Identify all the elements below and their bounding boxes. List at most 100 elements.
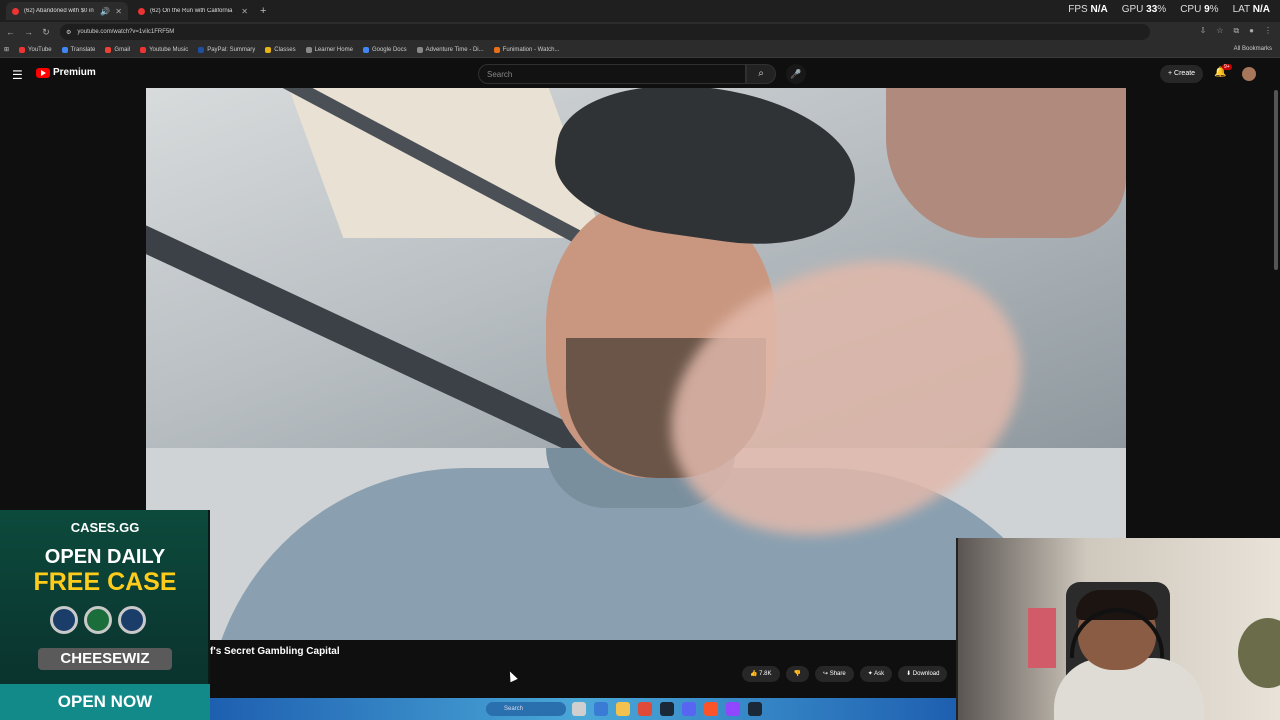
webcam-shelf-shape <box>1028 608 1056 668</box>
bookmark-gmail[interactable]: Gmail <box>105 46 130 53</box>
bookmark-youtube-music[interactable]: Youtube Music <box>140 46 188 53</box>
bookmark-favicon-icon <box>265 46 272 53</box>
file-explorer-icon[interactable] <box>616 702 630 716</box>
notification-count-badge: 9+ <box>1222 64 1232 70</box>
youtube-header: ☰ Premium Search ⌕ 🎤 + Create 🔔 9+ <box>0 59 1280 89</box>
create-button[interactable]: + Create <box>1160 65 1204 83</box>
extensions-icon[interactable]: ⧉ <box>1233 26 1239 36</box>
microphone-icon: 🎤 <box>790 69 802 79</box>
like-button[interactable]: 👍 7.8K <box>742 666 780 682</box>
lat-readout: LAT N/A <box>1232 4 1270 15</box>
video-info: f's Secret Gambling Capital 👍 7.8K 👎 ↪ S… <box>210 640 956 698</box>
cpu-readout: CPU 9% <box>1180 4 1219 15</box>
bookmark-learner-home[interactable]: Learner Home <box>305 46 353 53</box>
url-text: youtube.com/watch?v=1vilc1FRF5M <box>77 29 175 35</box>
gpu-readout: GPU 33% <box>1121 4 1167 15</box>
back-icon[interactable]: ← <box>6 27 15 37</box>
bookmark-favicon-icon <box>19 46 26 53</box>
profile-icon[interactable]: ● <box>1249 26 1254 36</box>
bookmark-favicon-icon <box>61 46 68 53</box>
bookmark-favicon-icon <box>140 46 147 53</box>
ad-headline-1: OPEN DAILY <box>44 546 166 568</box>
watch-icon <box>50 606 78 634</box>
brave-icon[interactable] <box>704 702 718 716</box>
bookmark-funimation[interactable]: Funimation - Watch... <box>493 46 559 53</box>
tab-title: (62) Abandoned with $0 in <box>24 8 94 14</box>
site-info-icon[interactable]: ⚙ <box>66 29 71 36</box>
thumbs-down-icon: 👎 <box>793 671 801 677</box>
dislike-button[interactable]: 👎 <box>785 666 809 682</box>
os-taskbar: Search <box>210 698 956 720</box>
ad-headline-2: FREE CASE <box>33 568 177 596</box>
task-view-icon[interactable] <box>572 702 586 716</box>
discord-icon[interactable] <box>682 702 696 716</box>
steam-icon[interactable] <box>748 702 762 716</box>
search-icon: ⌕ <box>758 68 764 79</box>
video-actions: 👍 7.8K 👎 ↪ Share ✦ Ask ⬇ Download <box>742 666 948 682</box>
hamburger-menu-icon[interactable]: ☰ <box>12 68 23 82</box>
youtube-favicon-icon <box>12 7 19 15</box>
forward-icon[interactable]: → <box>24 27 33 37</box>
browser-menu-icon[interactable]: ⋮ <box>1264 26 1272 36</box>
bookmark-google-docs[interactable]: Google Docs <box>362 46 407 53</box>
search-input[interactable]: Search <box>478 64 746 84</box>
browser-tab-1[interactable]: (62) Abandoned with $0 in 🔊 ✕ <box>6 2 128 20</box>
taskbar-icons <box>572 702 762 716</box>
ad-cta-banner: OPEN NOW <box>0 684 210 720</box>
tab-title: (62) On the Run with California <box>150 8 233 14</box>
ask-button[interactable]: ✦ Ask <box>859 666 893 682</box>
share-icon: ↪ <box>822 671 829 677</box>
tab-audio-icon[interactable]: 🔊 <box>100 7 110 16</box>
download-button[interactable]: ⬇ Download <box>898 666 948 682</box>
download-icon: ⬇ <box>906 671 912 677</box>
bookmark-favicon-icon <box>305 46 312 53</box>
bookmark-paypal[interactable]: PayPal: Summary <box>198 46 255 53</box>
bookmark-favicon-icon <box>105 46 112 53</box>
webcam-plant-shape <box>1238 618 1280 688</box>
chrome-icon[interactable] <box>638 702 652 716</box>
ad-promo-code: CHEESEWIZ <box>38 648 172 670</box>
performance-overlay: FPS N/A GPU 33% CPU 9% LAT N/A <box>1068 4 1270 15</box>
edge-icon[interactable] <box>594 702 608 716</box>
browser-tab-2[interactable]: (62) On the Run with California ✕ <box>132 2 254 20</box>
apps-icon[interactable]: ⊞ <box>4 46 9 53</box>
close-tab-icon[interactable]: ✕ <box>241 7 248 16</box>
steam-icon[interactable] <box>660 702 674 716</box>
new-tab-button[interactable]: + <box>260 5 266 17</box>
bookmark-youtube[interactable]: YouTube <box>19 46 52 53</box>
ad-watches-image <box>50 606 146 634</box>
bookmark-classes[interactable]: Classes <box>265 46 296 53</box>
bookmark-favicon-icon <box>493 46 500 53</box>
share-button[interactable]: ↪ Share <box>814 666 854 682</box>
bookmark-adventure-time[interactable]: Adventure Time - Di... <box>416 46 484 53</box>
sponsor-ad-overlay: CASES.GG OPEN DAILY FREE CASE CHEESEWIZ … <box>0 510 210 720</box>
bookmark-favicon-icon <box>362 46 369 53</box>
video-title: f's Secret Gambling Capital <box>210 646 340 657</box>
video-arm-shape <box>886 88 1126 238</box>
youtube-premium-logo[interactable]: Premium <box>36 67 96 78</box>
avatar[interactable] <box>1242 67 1256 81</box>
ad-logo: CASES.GG <box>70 520 140 535</box>
twitch-icon[interactable] <box>726 702 740 716</box>
reload-icon[interactable]: ↻ <box>42 27 50 38</box>
bookmark-star-icon[interactable]: ☆ <box>1216 26 1223 36</box>
install-icon[interactable]: ⇩ <box>1200 26 1207 36</box>
voice-search-button[interactable]: 🎤 <box>786 64 806 84</box>
sparkle-icon: ✦ <box>867 671 873 677</box>
streamer-webcam <box>956 538 1280 720</box>
taskbar-search[interactable]: Search <box>486 702 566 716</box>
browser-toolbar-icons: ⇩ ☆ ⧉ ● ⋮ <box>1200 26 1272 36</box>
fps-readout: FPS N/A <box>1068 4 1108 15</box>
brand-label: Premium <box>53 67 96 78</box>
youtube-play-icon <box>36 67 50 78</box>
page-scrollbar[interactable] <box>1274 90 1278 270</box>
close-tab-icon[interactable]: ✕ <box>115 7 122 16</box>
search-button[interactable]: ⌕ <box>746 64 776 84</box>
watch-icon <box>84 606 112 634</box>
bookmark-favicon-icon <box>198 46 205 53</box>
url-field[interactable]: ⚙ youtube.com/watch?v=1vilc1FRF5M <box>60 24 1150 40</box>
thumbs-up-icon: 👍 <box>750 671 758 677</box>
bookmark-translate[interactable]: Translate <box>61 46 95 53</box>
all-bookmarks-button[interactable]: All Bookmarks <box>1234 46 1272 52</box>
browser-tab-strip: (62) Abandoned with $0 in 🔊 ✕ (62) On th… <box>0 0 1280 22</box>
